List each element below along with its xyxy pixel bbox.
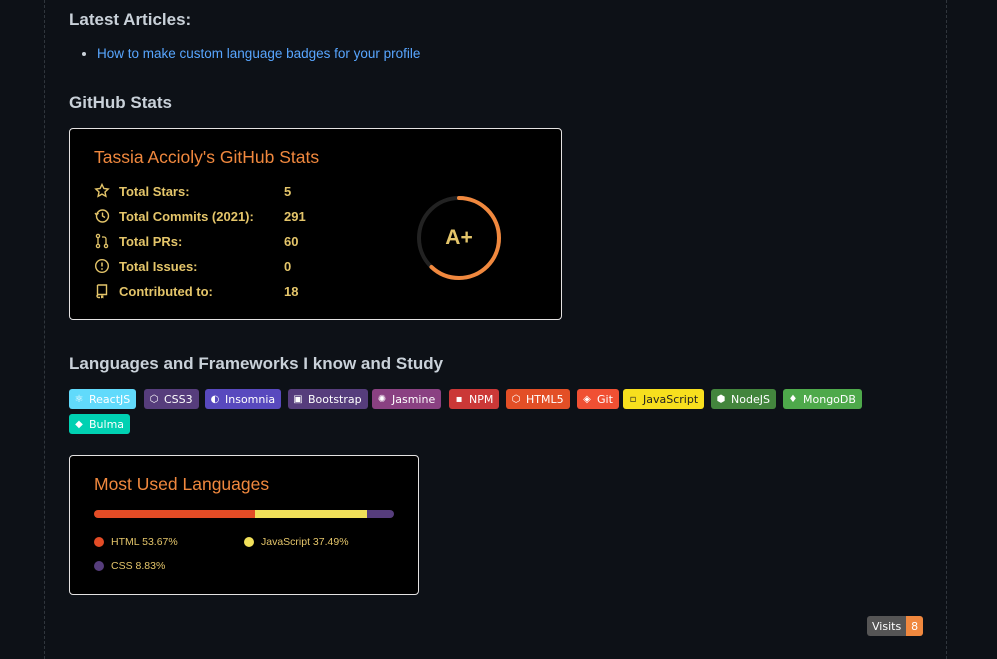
stat-label: Contributed to: — [119, 283, 213, 299]
pull-request-icon — [94, 233, 110, 249]
stat-row-issues: Total Issues: 0 — [94, 256, 291, 276]
visits-count: 8 — [906, 616, 924, 636]
language-bar-segment — [367, 510, 394, 518]
badge-javascript[interactable]: ▫ JavaScript — [623, 389, 705, 409]
css3-icon: ⬡ — [149, 393, 159, 405]
legend-dot — [244, 537, 254, 547]
stat-label: Total Stars: — [119, 183, 190, 199]
badge-mongodb[interactable]: ♦ MongoDB — [783, 389, 862, 409]
git-icon: ◈ — [583, 393, 591, 405]
visits-badge[interactable]: Visits 8 — [867, 616, 924, 636]
github-stats-heading: GitHub Stats — [69, 93, 172, 112]
top-languages-title: Most Used Languages — [94, 474, 270, 494]
history-icon — [94, 208, 110, 224]
stat-value: 60 — [284, 233, 299, 249]
language-label: JavaScript 37.49% — [261, 536, 349, 548]
stat-value: 18 — [284, 283, 299, 299]
badge-reactjs[interactable]: ⚛ ReactJS — [69, 389, 137, 409]
stat-label: Total PRs: — [119, 233, 183, 249]
badge-insomnia[interactable]: ◐ Insomnia — [205, 389, 282, 409]
article-link[interactable]: How to make custom language badges for y… — [97, 46, 420, 61]
bulma-icon: ◆ — [75, 418, 83, 430]
badge-bootstrap[interactable]: ▣ Bootstrap — [288, 389, 368, 409]
stats-card-title: Tassia Accioly's GitHub Stats — [94, 147, 320, 167]
articles-list: How to make custom language badges for y… — [69, 46, 420, 61]
badge-jasmine[interactable]: ✺ Jasmine — [372, 389, 442, 409]
rank-grade: A+ — [445, 226, 473, 249]
visits-label: Visits — [867, 616, 907, 636]
npm-icon: ▪ — [455, 393, 463, 405]
stat-row-contributed: Contributed to: 18 — [94, 281, 298, 301]
stat-row-prs: Total PRs: 60 — [94, 231, 298, 251]
language-item-css: CSS 8.83% — [94, 560, 165, 572]
legend-dot — [94, 561, 104, 571]
javascript-icon: ▫ — [629, 393, 637, 405]
repo-icon — [94, 283, 110, 299]
issue-icon — [94, 258, 110, 274]
insomnia-icon: ◐ — [210, 393, 220, 405]
stat-label: Total Issues: — [119, 258, 198, 274]
jasmine-icon: ✺ — [377, 393, 387, 405]
legend-dot — [94, 537, 104, 547]
stat-label: Total Commits (2021): — [119, 208, 254, 224]
badge-bulma[interactable]: ◆ Bulma — [69, 414, 131, 434]
react-icon: ⚛ — [74, 393, 84, 405]
star-icon — [94, 183, 110, 199]
badge-css3[interactable]: ⬡ CSS3 — [144, 389, 199, 409]
stat-value: 291 — [284, 208, 306, 224]
mongodb-icon: ♦ — [788, 393, 798, 405]
badge-git[interactable]: ◈ Git — [577, 389, 619, 409]
stat-row-commits: Total Commits (2021): 291 — [94, 206, 306, 226]
stat-row-stars: Total Stars: 5 — [94, 181, 291, 201]
language-label: CSS 8.83% — [111, 560, 166, 572]
badge-nodejs[interactable]: ⬢ NodeJS — [711, 389, 776, 409]
github-stats-card: Tassia Accioly's GitHub Stats Total Star… — [69, 128, 562, 320]
stat-value: 5 — [284, 183, 292, 199]
language-progress-bar — [94, 510, 394, 518]
language-label: HTML 53.67% — [111, 536, 178, 548]
badge-npm[interactable]: ▪ NPM — [449, 389, 500, 409]
languages-heading: Languages and Frameworks I know and Stud… — [69, 354, 444, 373]
language-item-html: HTML 53.67% — [94, 536, 178, 548]
latest-articles-heading: Latest Articles: — [69, 10, 192, 29]
language-item-javascript: JavaScript 37.49% — [244, 536, 349, 548]
html5-icon: ⬡ — [511, 393, 521, 405]
language-bar-segment — [255, 510, 368, 518]
nodejs-icon: ⬢ — [716, 393, 726, 405]
badge-html5[interactable]: ⬡ HTML5 — [506, 389, 570, 409]
language-bar-segment — [94, 510, 255, 518]
stat-value: 0 — [284, 258, 292, 274]
top-languages-card: Most Used Languages HTML 53.67% JavaScri… — [69, 455, 419, 595]
rank-circle: A+ — [414, 193, 504, 283]
list-item: How to make custom language badges for y… — [97, 46, 420, 61]
bootstrap-icon: ▣ — [293, 393, 303, 405]
